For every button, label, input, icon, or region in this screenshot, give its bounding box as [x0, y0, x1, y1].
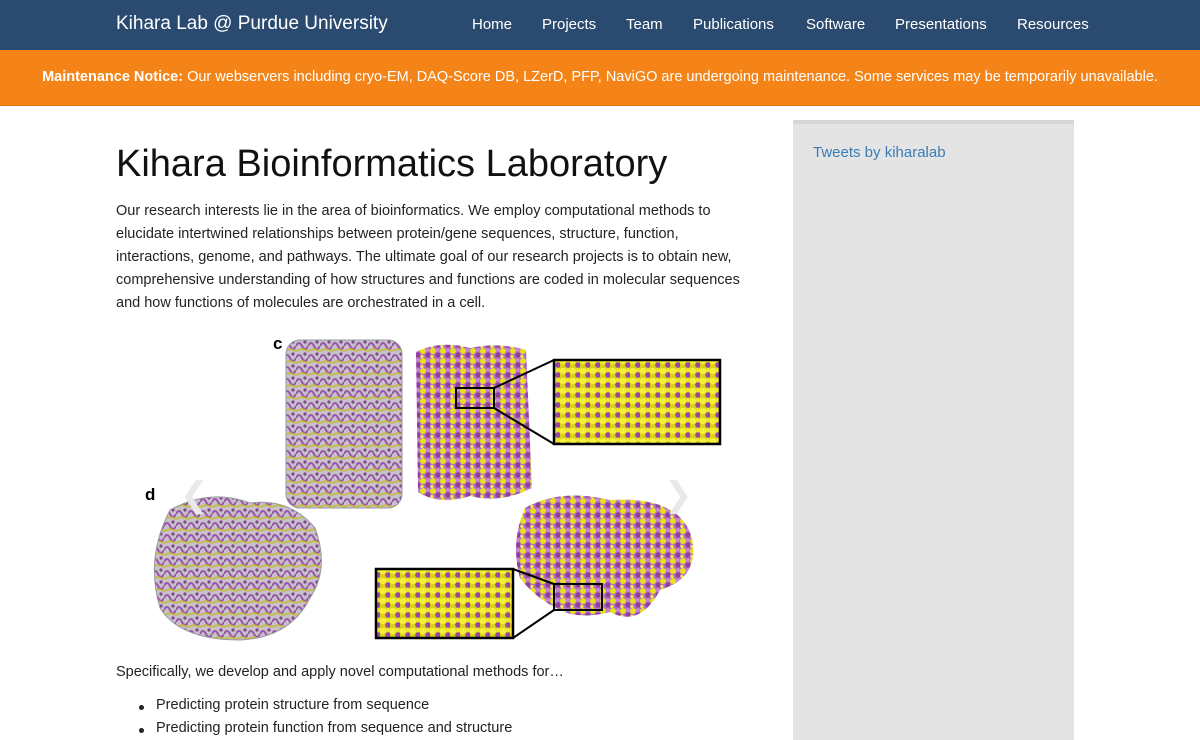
twitter-sidebar: Tweets by kiharalab — [793, 120, 1074, 740]
tweets-link[interactable]: Tweets by kiharalab — [813, 144, 946, 161]
page-title: Kihara Bioinformatics Laboratory — [116, 143, 668, 185]
notice-text: Our webservers including cryo-EM, DAQ-Sc… — [183, 69, 1158, 85]
maintenance-notice: Maintenance Notice: Our webservers inclu… — [0, 50, 1200, 106]
intro-paragraph: Our research interests lie in the area o… — [116, 203, 740, 311]
list-item: Predicting protein structure from sequen… — [138, 697, 512, 720]
list-item: Predicting protein function from sequenc… — [138, 720, 512, 740]
figure-panel-c-label: c — [273, 334, 282, 353]
methods-list: Predicting protein structure from sequen… — [138, 697, 512, 740]
specifically-paragraph: Specifically, we develop and apply novel… — [116, 664, 564, 680]
carousel-prev-icon[interactable]: ❮ — [180, 478, 209, 512]
nav-presentations[interactable]: Presentations — [895, 16, 987, 33]
panel-d-zoom-inset — [374, 567, 515, 640]
panel-c-zoom-inset — [552, 358, 722, 446]
notice-label: Maintenance Notice: — [42, 69, 184, 85]
nav-team[interactable]: Team — [626, 16, 663, 33]
top-navbar: Kihara Lab @ Purdue University Home Proj… — [0, 0, 1200, 50]
nav-home[interactable]: Home — [472, 16, 512, 33]
figure-panel-d-label: d — [145, 485, 155, 504]
nav-publications[interactable]: Publications — [693, 16, 774, 33]
site-brand[interactable]: Kihara Lab @ Purdue University — [116, 13, 388, 35]
nav-software[interactable]: Software — [806, 16, 865, 33]
panel-c-sphere-structure — [416, 344, 532, 501]
research-figure-carousel-image: c d — [145, 334, 722, 641]
nav-resources[interactable]: Resources — [1017, 16, 1089, 33]
panel-c-cartoon-structure — [285, 339, 403, 509]
panel-d-cartoon-structure — [153, 496, 322, 641]
carousel-next-icon[interactable]: ❯ — [664, 478, 693, 512]
nav-projects[interactable]: Projects — [542, 16, 596, 33]
